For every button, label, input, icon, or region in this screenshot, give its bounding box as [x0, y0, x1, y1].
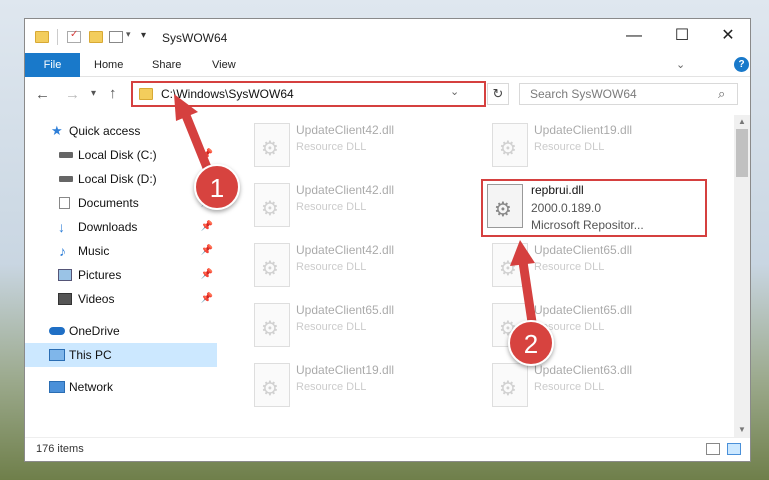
annotation-arrows — [174, 94, 537, 327]
step-1-badge: 1 — [194, 164, 240, 210]
arrow-2 — [510, 240, 537, 327]
step-2-badge: 2 — [508, 320, 554, 366]
